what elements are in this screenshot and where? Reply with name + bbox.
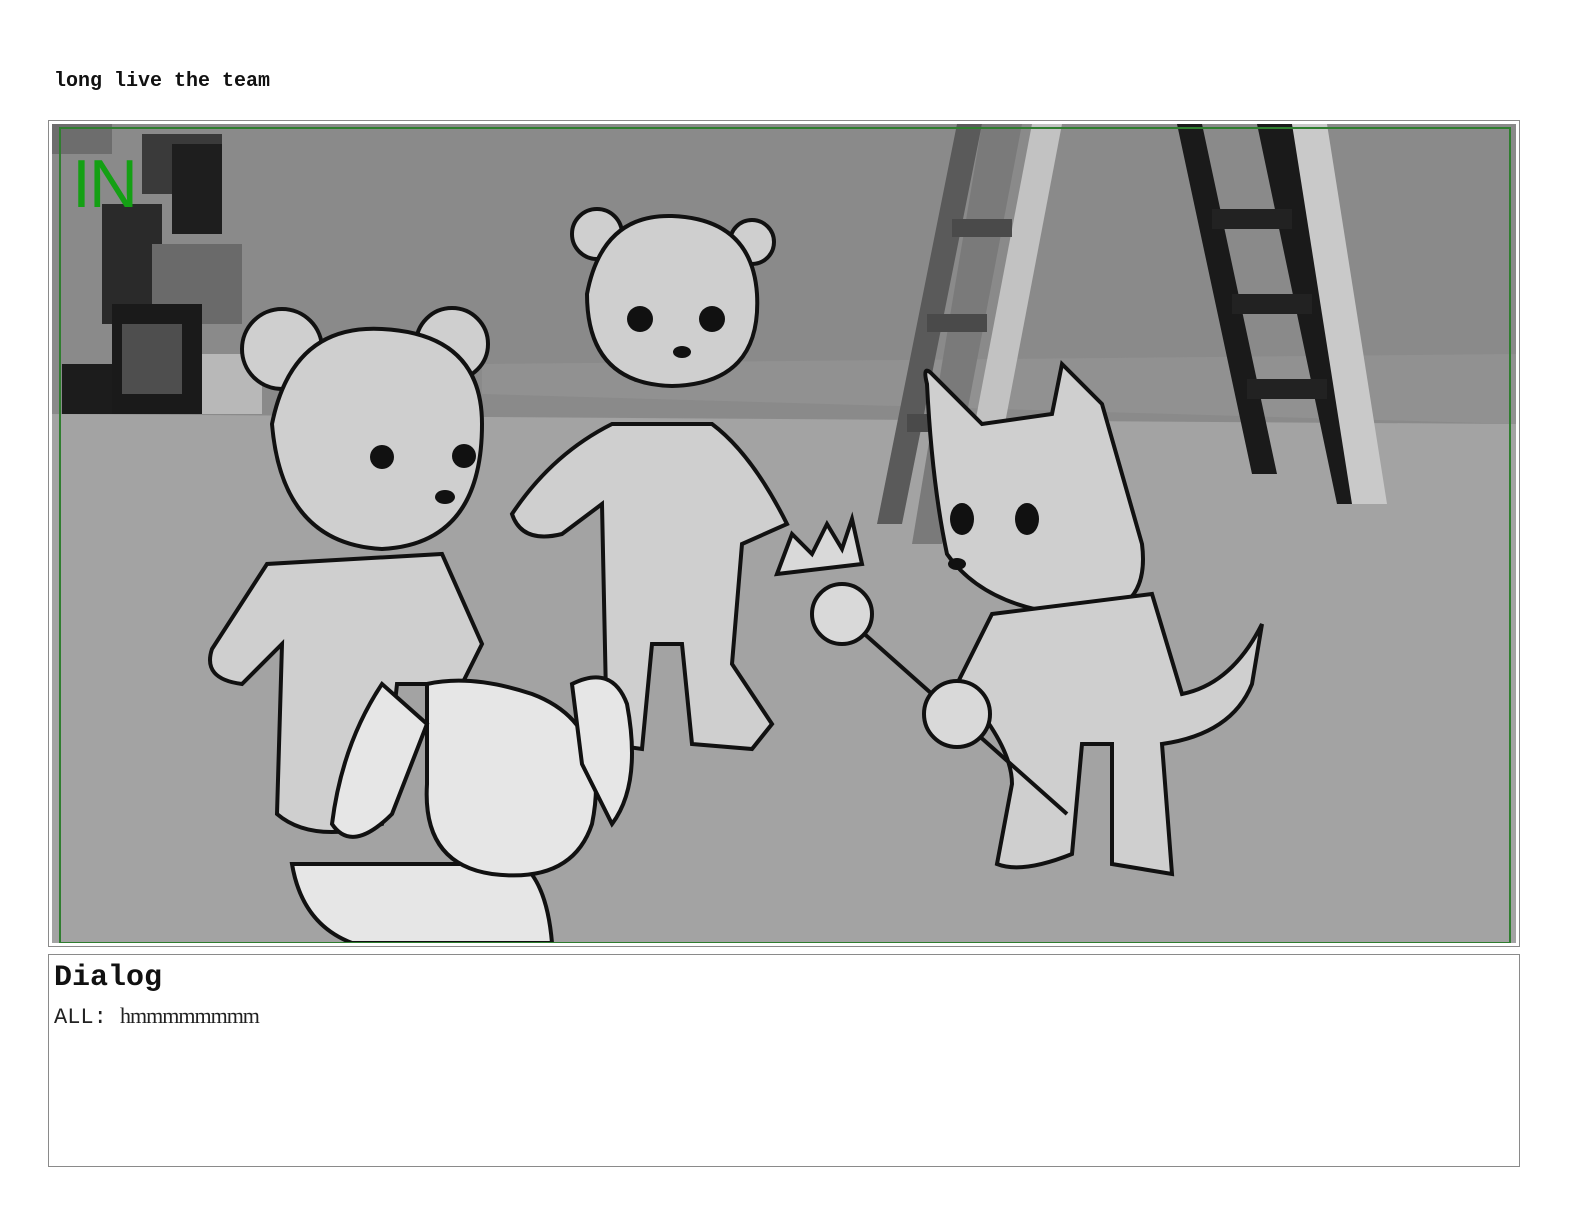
dialog-line: ALL: hmmmmmmmm bbox=[54, 1003, 260, 1030]
in-marker: IN bbox=[72, 146, 138, 222]
dialog-box: Dialog ALL: hmmmmmmmm bbox=[48, 954, 1520, 1167]
storyboard-panel-image bbox=[52, 124, 1516, 943]
dialog-speaker: ALL: bbox=[54, 1005, 107, 1030]
storyboard-panel bbox=[48, 120, 1520, 947]
dialog-text: hmmmmmmmm bbox=[120, 1003, 260, 1028]
dialog-heading: Dialog bbox=[54, 961, 163, 995]
page-title: long live the team bbox=[54, 70, 271, 93]
